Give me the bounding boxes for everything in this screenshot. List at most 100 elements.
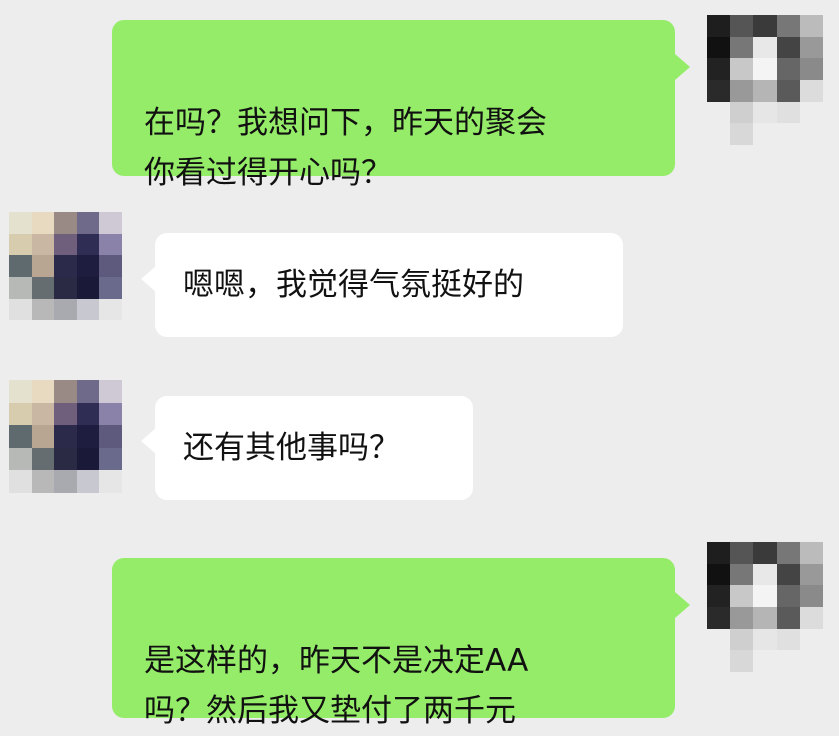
message-bubble-incoming[interactable]: 还有其他事吗？	[155, 396, 473, 500]
avatar-pixel	[9, 492, 32, 515]
avatar-pixel	[9, 320, 32, 342]
avatar-pixel	[99, 233, 122, 256]
avatar-pixel	[9, 425, 32, 448]
avatar-pixel	[99, 402, 122, 425]
avatar-pixel	[776, 36, 800, 59]
message-bubble-outgoing[interactable]: 是这样的，昨天不是决定AA 吗？然后我又垫付了两千元	[112, 558, 675, 729]
avatar-pixel	[54, 402, 77, 425]
avatar-pixel	[730, 585, 754, 607]
avatar-pixel	[76, 492, 100, 515]
my-avatar[interactable]	[707, 15, 823, 145]
avatar-pixel	[707, 58, 731, 80]
avatar-pixel	[76, 425, 100, 448]
avatar-pixel	[99, 447, 122, 470]
avatar-pixel	[776, 58, 800, 80]
avatar-pixel	[753, 606, 777, 629]
message-text: 嗯嗯，我觉得气氛挺好的	[183, 267, 524, 303]
avatar-pixel	[9, 298, 32, 321]
avatar-pixel	[753, 58, 777, 80]
avatar-pixel	[54, 298, 77, 321]
avatar-pixel	[31, 380, 55, 403]
bubble-tail	[141, 266, 156, 292]
avatar-pixel	[776, 585, 800, 607]
avatar-pixel	[31, 233, 55, 256]
avatar-pixel	[54, 255, 77, 277]
contact-avatar[interactable]	[9, 380, 122, 515]
avatar-pixel	[9, 380, 32, 403]
message-text: 在吗？我想问下，昨天的聚会 你看过得开心吗？	[144, 105, 547, 191]
avatar-pixel	[730, 542, 754, 564]
bubble-tail	[141, 428, 156, 454]
avatar-pixel	[99, 212, 122, 234]
avatar-pixel	[753, 15, 777, 37]
avatar-pixel	[76, 470, 100, 493]
avatar-pixel	[707, 36, 731, 59]
avatar-pixel	[99, 320, 122, 342]
avatar-pixel	[31, 255, 55, 277]
avatar-pixel	[31, 320, 55, 342]
avatar-pixel	[31, 447, 55, 470]
avatar-pixel	[99, 425, 122, 448]
avatar-pixel	[730, 650, 754, 672]
avatar-pixel	[76, 233, 100, 256]
avatar-pixel	[31, 402, 55, 425]
avatar-pixel	[54, 492, 77, 515]
avatar-pixel	[707, 542, 731, 564]
avatar-pixel	[707, 101, 731, 124]
avatar-pixel	[99, 255, 122, 277]
avatar-pixel	[753, 585, 777, 607]
avatar-pixel	[54, 380, 77, 403]
avatar-pixel	[99, 380, 122, 403]
avatar-pixel	[54, 447, 77, 470]
avatar-pixel	[707, 563, 731, 586]
avatar-pixel	[99, 298, 122, 321]
avatar-pixel	[776, 542, 800, 564]
avatar-pixel	[707, 79, 731, 102]
bubble-tail	[675, 592, 690, 618]
avatar-pixel	[776, 101, 800, 124]
avatar-pixel	[9, 212, 32, 234]
chat-area: 在吗？我想问下，昨天的聚会 你看过得开心吗？ 嗯嗯，我觉得气氛挺好的 还有其他事…	[0, 0, 839, 729]
bubble-tail	[675, 54, 690, 80]
avatar-pixel	[76, 380, 100, 403]
avatar-pixel	[9, 233, 32, 256]
avatar-pixel	[730, 628, 754, 651]
avatar-pixel	[730, 58, 754, 80]
message-bubble-incoming[interactable]: 嗯嗯，我觉得气氛挺好的	[155, 233, 623, 337]
avatar-pixel	[31, 470, 55, 493]
avatar-pixel	[707, 606, 731, 629]
avatar-pixel	[76, 447, 100, 470]
avatar-pixel	[76, 320, 100, 342]
message-bubble-outgoing[interactable]: 在吗？我想问下，昨天的聚会 你看过得开心吗？	[112, 20, 675, 191]
avatar-pixel	[776, 79, 800, 102]
message-text: 还有其他事吗？	[183, 430, 400, 466]
avatar-pixel	[76, 298, 100, 321]
avatar-pixel	[799, 606, 823, 629]
avatar-pixel	[707, 585, 731, 607]
my-avatar[interactable]	[707, 542, 823, 672]
avatar-pixel	[31, 492, 55, 515]
avatar-pixel	[76, 212, 100, 234]
avatar-pixel	[9, 255, 32, 277]
avatar-pixel	[799, 542, 823, 564]
avatar-pixel	[707, 650, 731, 672]
avatar-pixel	[753, 36, 777, 59]
avatar-pixel	[76, 276, 100, 299]
avatar-pixel	[76, 255, 100, 277]
avatar-pixel	[31, 212, 55, 234]
avatar-pixel	[776, 563, 800, 586]
avatar-pixel	[54, 212, 77, 234]
avatar-pixel	[707, 123, 731, 145]
avatar-pixel	[54, 470, 77, 493]
avatar-pixel	[753, 101, 777, 124]
avatar-pixel	[99, 470, 122, 493]
avatar-pixel	[730, 606, 754, 629]
avatar-pixel	[9, 447, 32, 470]
avatar-pixel	[730, 101, 754, 124]
avatar-pixel	[799, 628, 823, 651]
avatar-pixel	[799, 58, 823, 80]
avatar-pixel	[31, 276, 55, 299]
contact-avatar[interactable]	[9, 212, 122, 342]
message-text: 是这样的，昨天不是决定AA 吗？然后我又垫付了两千元	[144, 643, 529, 729]
avatar-pixel	[31, 425, 55, 448]
